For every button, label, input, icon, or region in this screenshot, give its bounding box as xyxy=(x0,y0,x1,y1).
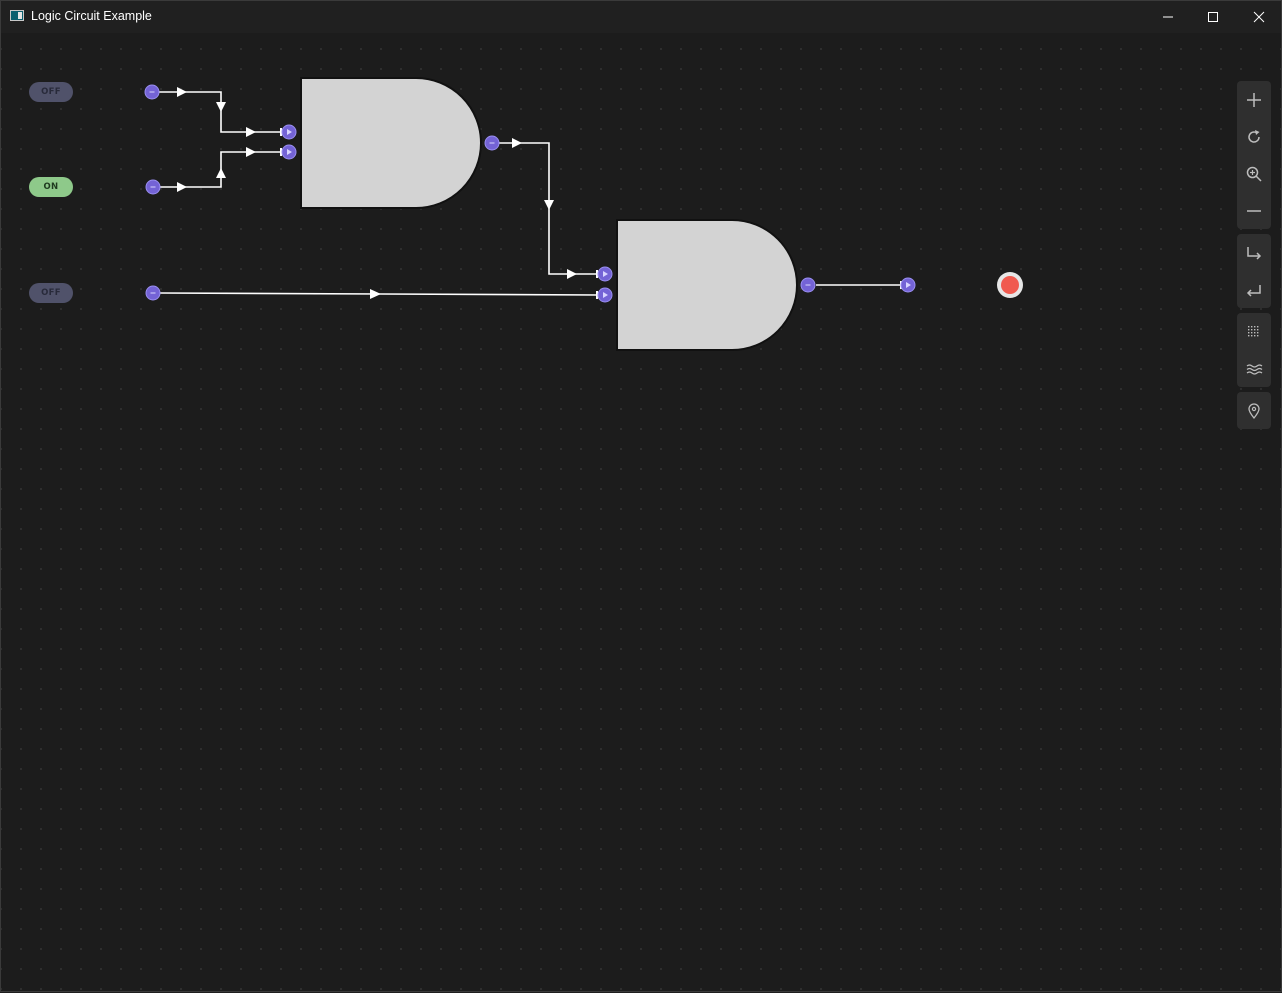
gate2-input-b-handle[interactable] xyxy=(597,287,613,303)
toolbar-group-view xyxy=(1237,81,1271,229)
toggle-label: ON xyxy=(43,182,59,192)
toolbar-group-step xyxy=(1237,234,1271,308)
arrow-down xyxy=(544,200,554,210)
gate1-input-b-handle[interactable] xyxy=(281,144,297,160)
input-toggle-2[interactable]: ON xyxy=(29,177,73,197)
arrow-right xyxy=(567,269,577,279)
arrow-right xyxy=(177,182,187,192)
arrow-right xyxy=(370,289,381,299)
gate1-input-a-handle[interactable] xyxy=(281,124,297,140)
gate2-output-handle[interactable] xyxy=(800,277,816,293)
grid-icon xyxy=(1248,325,1259,336)
arrow-right xyxy=(512,138,522,148)
zoom-out-button[interactable] xyxy=(1237,192,1271,229)
arrow-right xyxy=(177,87,187,97)
gate2-input-a-handle[interactable] xyxy=(597,266,613,282)
circuit-diagram xyxy=(144,77,1023,351)
input3-handle[interactable] xyxy=(145,285,161,301)
output-input-handle[interactable] xyxy=(900,277,916,293)
reset-icon xyxy=(1248,129,1260,143)
location-pin-icon xyxy=(1248,402,1260,419)
step-into-icon xyxy=(1247,246,1262,260)
arrow-up xyxy=(216,168,226,178)
waves-icon xyxy=(1246,363,1263,375)
grid-button[interactable] xyxy=(1237,313,1271,350)
arrow-right xyxy=(246,127,256,137)
toggle-label: OFF xyxy=(41,288,61,298)
zoom-in-icon xyxy=(1246,166,1262,182)
toolbar-group-display xyxy=(1237,313,1271,387)
reset-button[interactable] xyxy=(1237,118,1271,155)
add-button[interactable] xyxy=(1237,81,1271,118)
and-gate-1[interactable] xyxy=(300,77,482,209)
input-toggle-1[interactable]: OFF xyxy=(29,82,73,102)
plus-icon xyxy=(1247,92,1261,107)
toggle-label: OFF xyxy=(41,87,61,97)
arrow-down xyxy=(216,102,226,112)
zoom-out-icon xyxy=(1247,209,1261,212)
input1-handle[interactable] xyxy=(144,84,160,100)
return-icon xyxy=(1246,284,1261,297)
and-gate-2[interactable] xyxy=(616,219,798,351)
input-toggle-3[interactable]: OFF xyxy=(29,283,73,303)
zoom-in-button[interactable] xyxy=(1237,155,1271,192)
input2-handle[interactable] xyxy=(145,179,161,195)
gate1-output-handle[interactable] xyxy=(484,135,500,151)
output-light[interactable] xyxy=(997,272,1023,298)
locate-button[interactable] xyxy=(1237,392,1271,429)
waves-button[interactable] xyxy=(1237,350,1271,387)
app-window: Logic Circuit Example OFF ON OFF xyxy=(0,0,1282,992)
arrow-right xyxy=(246,147,256,157)
return-button[interactable] xyxy=(1237,271,1271,308)
toolbar-group-locate xyxy=(1237,392,1271,429)
step-into-button[interactable] xyxy=(1237,234,1271,271)
